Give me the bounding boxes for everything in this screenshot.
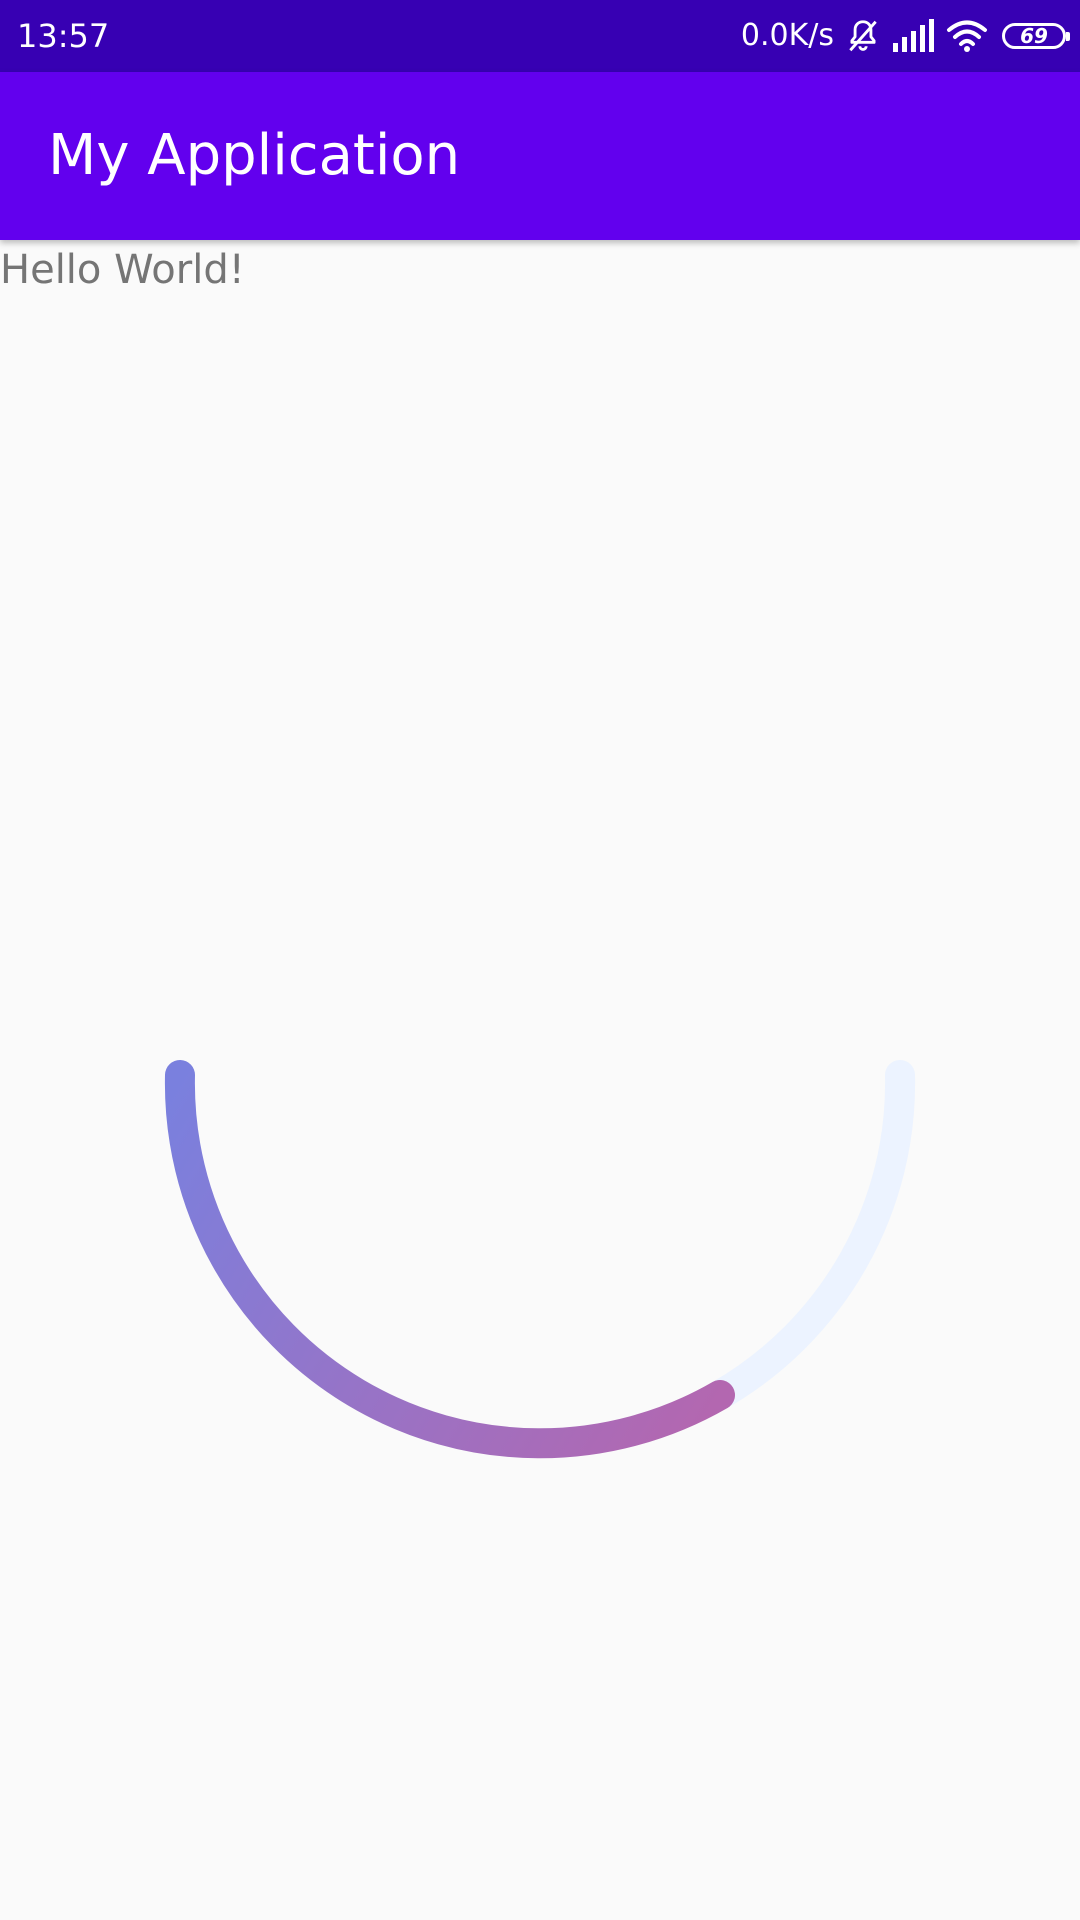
bell-off-icon [849, 20, 877, 52]
app-title: My Application [48, 123, 461, 188]
hello-world-text: Hello World! [0, 247, 245, 293]
network-speed: 0.0K/s [740, 18, 834, 53]
wifi-icon [947, 20, 987, 52]
signal-icon [893, 19, 934, 52]
progress-arc [164, 1060, 735, 1459]
battery-icon: 69 [1002, 23, 1070, 49]
status-bar: 13:57 0.0K/s 69 [0, 0, 1080, 72]
status-icons: 0.0K/s 69 [740, 14, 1070, 58]
status-time: 13:57 [17, 17, 110, 55]
progress-track [705, 1060, 916, 1410]
app-bar: My Application [0, 72, 1080, 240]
battery-level: 69 [1020, 24, 1048, 48]
